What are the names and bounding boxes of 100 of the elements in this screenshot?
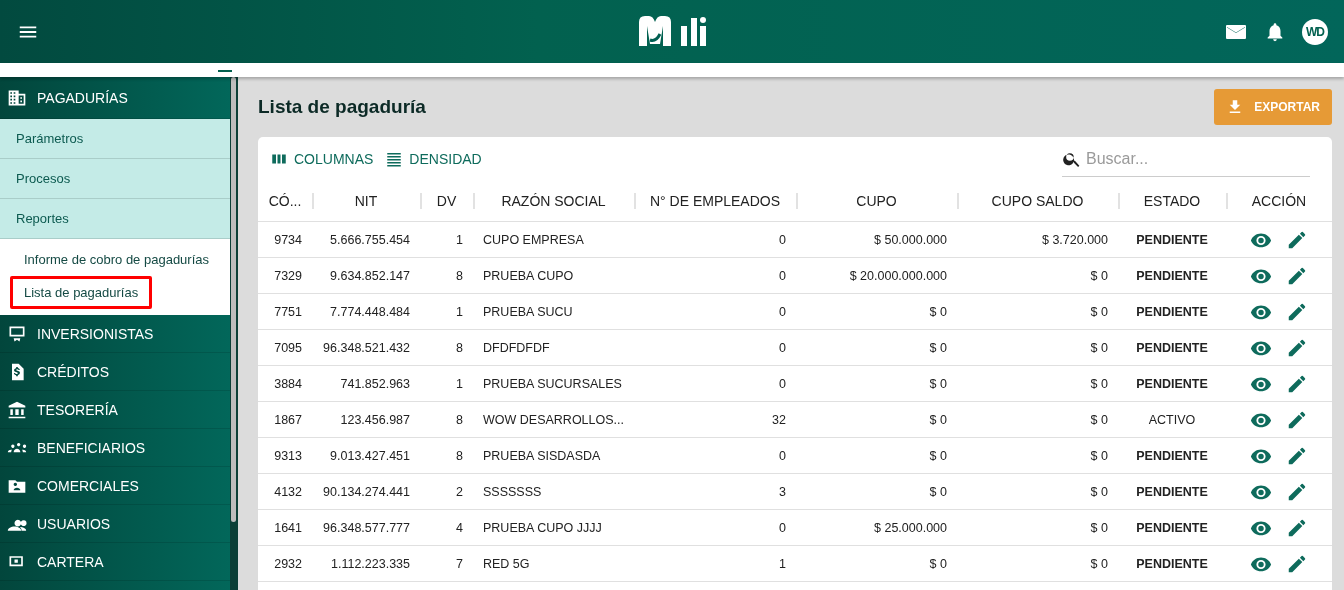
- table-cell: 0: [779, 520, 786, 535]
- table-cell: $ 3.720.000: [1041, 232, 1108, 247]
- table-cell: 741.852.963: [340, 376, 410, 391]
- table-cell: 0: [779, 268, 786, 283]
- table-cell: 3: [779, 484, 786, 499]
- table-cell: 9734: [274, 232, 302, 247]
- table-cell: $ 50.000.000: [874, 232, 947, 247]
- table-cell: 32: [772, 412, 786, 427]
- table-cell: $ 0: [1090, 340, 1108, 355]
- column-header[interactable]: CUPO SALDO: [991, 193, 1084, 209]
- table-cell: 8: [456, 412, 463, 427]
- column-header[interactable]: CÓ...: [268, 193, 302, 209]
- table-cell: DFDFDFDF: [483, 340, 550, 355]
- column-header[interactable]: DV: [436, 193, 457, 209]
- table-cell: PRUEBA SISDASDA: [483, 448, 601, 463]
- column-header[interactable]: N° DE EMPLEADOS: [649, 193, 781, 209]
- table-cell: $ 0: [929, 376, 947, 391]
- table-cell: 7: [456, 556, 463, 571]
- table-cell: $ 0: [1090, 412, 1108, 427]
- table-cell: 5.666.755.454: [330, 232, 410, 247]
- table-cell: PRUEBA CUPO JJJJ: [483, 520, 602, 535]
- sidebar-link[interactable]: Lista de pagadurías: [10, 276, 153, 309]
- table-cell: CUPO EMPRESA: [483, 232, 584, 247]
- sidebar-subitem[interactable]: Parámetros: [0, 119, 230, 159]
- table-cell: PRUEBA SUCU: [483, 304, 573, 319]
- table-cell: 0: [779, 340, 786, 355]
- table-cell: 4: [456, 520, 463, 535]
- table-cell: $ 0: [929, 304, 947, 319]
- sidebar-item[interactable]: CRÉDITOS: [0, 353, 230, 391]
- columns-button[interactable]: COLUMNAS: [270, 150, 380, 168]
- status-label: PENDIENTE: [1136, 232, 1208, 247]
- table-cell: $ 0: [1090, 304, 1108, 319]
- table-cell: 7751: [274, 304, 302, 319]
- table-cell: 2: [456, 484, 463, 499]
- status-label: PENDIENTE: [1136, 556, 1208, 571]
- table-cell: $ 0: [929, 448, 947, 463]
- logo-icon: [637, 14, 707, 48]
- bank-icon: [7, 399, 27, 420]
- table-cell: 9.634.852.147: [330, 268, 410, 283]
- table-cell: 123.456.987: [340, 412, 410, 427]
- table-cell: 4132: [274, 484, 302, 499]
- status-label: PENDIENTE: [1136, 448, 1208, 463]
- sidebar-subitem[interactable]: Reportes: [0, 199, 230, 239]
- table-cell: $ 0: [1090, 556, 1108, 571]
- status-label: PENDIENTE: [1136, 340, 1208, 355]
- table-cell: $ 20.000.000.000: [849, 268, 947, 283]
- table-cell: 1867: [274, 412, 302, 427]
- table-cell: 7329: [274, 268, 302, 283]
- sidebar-item[interactable]: USUARIOS: [0, 505, 230, 543]
- table-cell: WOW DESARROLLOS...: [483, 412, 624, 427]
- table-cell: PRUEBA SUCURSALES: [483, 376, 622, 391]
- table-cell: 8: [456, 448, 463, 463]
- status-label: ACTIVO: [1148, 412, 1196, 427]
- table-cell: 0: [779, 304, 786, 319]
- status-label: PENDIENTE: [1136, 268, 1208, 283]
- table-cell: 0: [779, 232, 786, 247]
- table-cell: PRUEBA CUPO: [483, 268, 574, 283]
- table-cell: 8: [456, 340, 463, 355]
- sidebar-item[interactable]: COMERCIALES: [0, 467, 230, 505]
- table-cell: $ 0: [929, 484, 947, 499]
- status-label: PENDIENTE: [1136, 376, 1208, 391]
- lines-icon: [385, 150, 404, 168]
- table-cell: 1: [779, 556, 786, 571]
- table-cell: $ 0: [1090, 520, 1108, 535]
- table-cell: 1: [456, 376, 463, 391]
- status-label: PENDIENTE: [1136, 304, 1208, 319]
- column-header[interactable]: NIT: [354, 193, 378, 209]
- table-cell: 7.774.448.484: [330, 304, 410, 319]
- table-cell: 1: [456, 304, 463, 319]
- table-cell: 2932: [274, 556, 302, 571]
- table-cell: 0: [779, 448, 786, 463]
- user-avatar[interactable]: WD: [1302, 18, 1328, 45]
- table-cell: 1.112.223.335: [331, 556, 410, 571]
- status-label: PENDIENTE: [1136, 484, 1208, 499]
- table-cell: $ 0: [929, 556, 947, 571]
- column-header[interactable]: CUPO: [856, 193, 897, 209]
- table-cell: 90.134.274.441: [323, 484, 410, 499]
- table-cell: RED 5G: [483, 556, 530, 571]
- table-cell: 9313: [274, 448, 302, 463]
- page-title: Lista de pagaduría: [258, 96, 426, 118]
- table-cell: $ 25.000.000: [874, 520, 947, 535]
- table-cell: $ 0: [1090, 376, 1108, 391]
- column-header[interactable]: RAZÓN SOCIAL: [501, 193, 606, 209]
- status-label: PENDIENTE: [1136, 520, 1208, 535]
- table-cell: $ 0: [1090, 448, 1108, 463]
- table-cell: 1641: [274, 520, 302, 535]
- table-cell: SSSSSSS: [483, 484, 542, 499]
- sidebar-subitem[interactable]: Procesos: [0, 159, 230, 199]
- sidebar-link[interactable]: Informe de cobro de pagadurías: [10, 243, 223, 276]
- table-cell: $ 0: [929, 412, 947, 427]
- table-cell: 1: [456, 232, 463, 247]
- table-cell: 96.348.521.432: [323, 340, 410, 355]
- column-header[interactable]: ACCIÓN: [1251, 193, 1307, 209]
- table-cell: 7095: [274, 340, 302, 355]
- table-cell: 9.013.427.451: [330, 448, 410, 463]
- table-cell: 8: [456, 268, 463, 283]
- sidebar-item[interactable]: TESORERÍA: [0, 391, 230, 429]
- density-button[interactable]: DENSIDAD: [385, 150, 488, 168]
- column-header[interactable]: ESTADO: [1143, 193, 1201, 209]
- table-cell: 0: [779, 376, 786, 391]
